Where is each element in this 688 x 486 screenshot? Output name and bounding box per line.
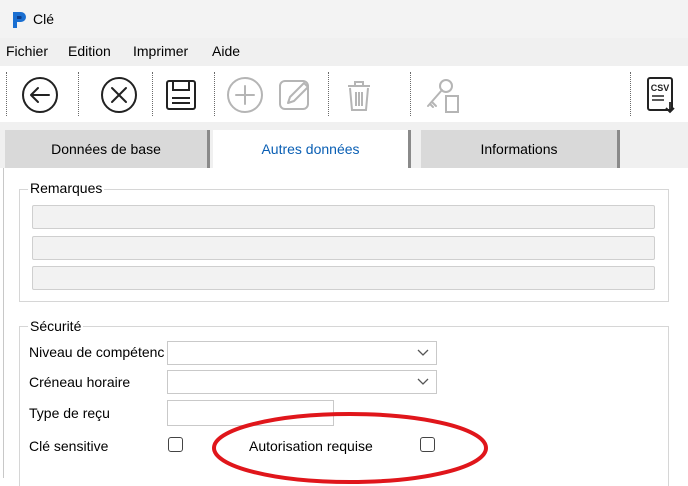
tab-informations[interactable]: Informations: [421, 130, 620, 168]
csv-label: CSV: [651, 83, 670, 93]
window-title: Clé: [33, 11, 55, 27]
level-combobox[interactable]: [167, 341, 437, 365]
back-arrow-icon[interactable]: [17, 72, 63, 118]
toolbar: CSV: [0, 66, 688, 122]
tab-donnees-de-base[interactable]: Données de base: [5, 130, 210, 168]
cancel-x-icon[interactable]: [96, 72, 142, 118]
security-title: Sécurité: [28, 318, 84, 334]
menu-bar: Fichier Edition Imprimer Aide: [0, 40, 688, 64]
chevron-down-icon: [417, 349, 429, 356]
title-bar: Clé: [0, 0, 688, 38]
slot-label: Créneau horaire: [29, 374, 131, 390]
slot-combobox[interactable]: [167, 370, 437, 394]
toolbar-separator: [410, 72, 411, 116]
remarks-title: Remarques: [28, 180, 105, 196]
app-logo-icon: [13, 12, 26, 28]
remark-line-3[interactable]: [32, 266, 655, 290]
toolbar-separator: [328, 72, 329, 116]
remark-line-1[interactable]: [32, 205, 655, 229]
auth-checkbox[interactable]: [420, 437, 435, 452]
chevron-down-icon: [417, 378, 429, 385]
delete-trash-icon[interactable]: [336, 72, 382, 118]
csv-export-icon[interactable]: CSV: [638, 72, 684, 118]
sensitive-checkbox[interactable]: [168, 437, 183, 452]
toolbar-separator: [6, 72, 7, 116]
tab-strip: Données de base Autres données Informati…: [0, 124, 688, 174]
menu-aide[interactable]: Aide: [212, 43, 240, 59]
toolbar-separator: [214, 72, 215, 116]
level-label: Niveau de compétenc: [29, 344, 165, 360]
toolbar-separator: [630, 72, 631, 116]
toolbar-separator: [152, 72, 153, 116]
sensitive-label: Clé sensitive: [29, 438, 109, 454]
key-document-icon[interactable]: [418, 72, 464, 118]
receipt-label: Type de reçu: [29, 405, 110, 421]
edit-pencil-icon[interactable]: [272, 72, 318, 118]
add-plus-icon[interactable]: [222, 72, 268, 118]
save-floppy-icon[interactable]: [158, 72, 204, 118]
menu-edition[interactable]: Edition: [68, 43, 111, 59]
toolbar-separator: [78, 72, 79, 116]
menu-imprimer[interactable]: Imprimer: [133, 43, 188, 59]
auth-label: Autorisation requise: [249, 438, 373, 454]
remark-line-2[interactable]: [32, 236, 655, 260]
menu-fichier[interactable]: Fichier: [6, 43, 48, 59]
receipt-input[interactable]: [167, 400, 334, 426]
